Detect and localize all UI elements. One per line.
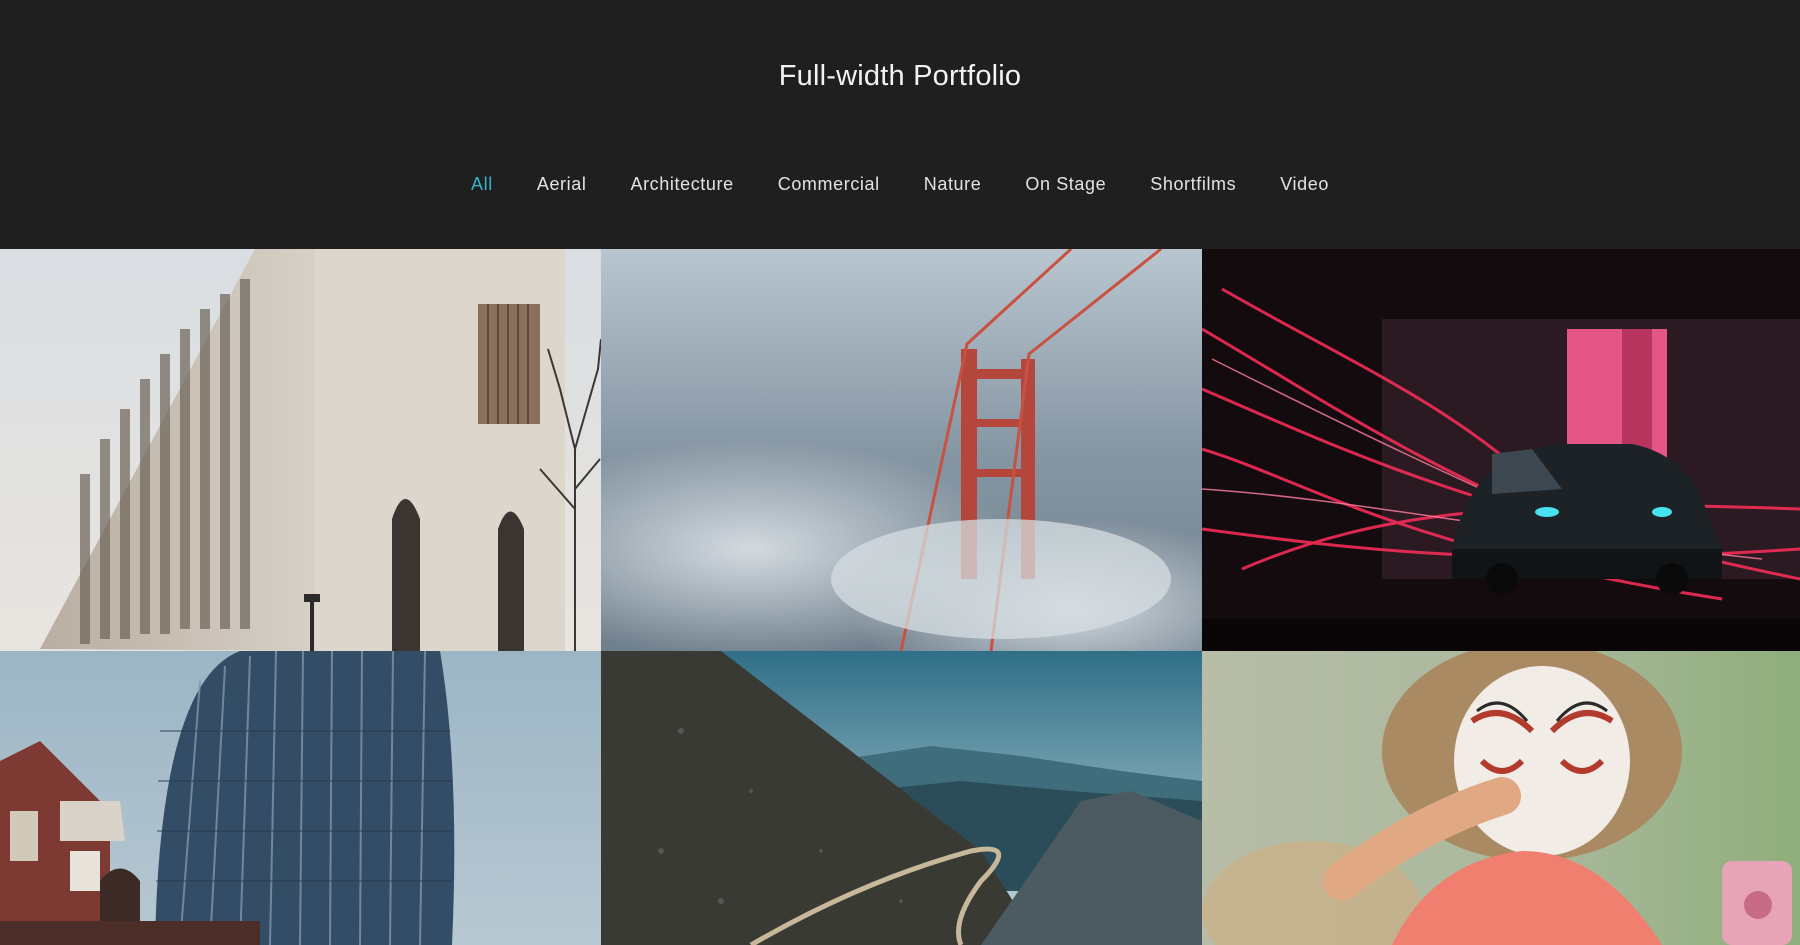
filter-nature[interactable]: Nature: [924, 174, 982, 195]
filter-commercial[interactable]: Commercial: [778, 174, 880, 195]
portfolio-item-child[interactable]: [1202, 651, 1800, 945]
filter-video[interactable]: Video: [1280, 174, 1329, 195]
portfolio-item-bridge[interactable]: [601, 249, 1202, 651]
filter-on-stage[interactable]: On Stage: [1025, 174, 1106, 195]
portfolio-item-mountains[interactable]: [601, 651, 1202, 945]
filter-shortfilms[interactable]: Shortfilms: [1150, 174, 1236, 195]
portfolio-item-building[interactable]: [0, 249, 601, 651]
mountain-road-photo: [601, 651, 1202, 945]
portfolio-filter-bar: All Aerial Architecture Commercial Natur…: [0, 174, 1800, 195]
foggy-bridge-photo: [601, 249, 1202, 651]
filter-architecture[interactable]: Architecture: [630, 174, 733, 195]
filter-all[interactable]: All: [471, 174, 493, 195]
page-title: Full-width Portfolio: [778, 60, 1022, 92]
portfolio-header: Full-width Portfolio All Aerial Architec…: [0, 0, 1800, 249]
face-paint-child-photo: [1202, 651, 1800, 945]
portfolio-item-car[interactable]: [1202, 249, 1800, 651]
filter-aerial[interactable]: Aerial: [537, 174, 587, 195]
portfolio-item-tower[interactable]: [0, 651, 601, 945]
portfolio-grid: [0, 249, 1800, 945]
glass-tower-photo: [0, 651, 601, 945]
red-light-car-photo: [1202, 249, 1800, 651]
brick-building-photo: [0, 249, 601, 651]
